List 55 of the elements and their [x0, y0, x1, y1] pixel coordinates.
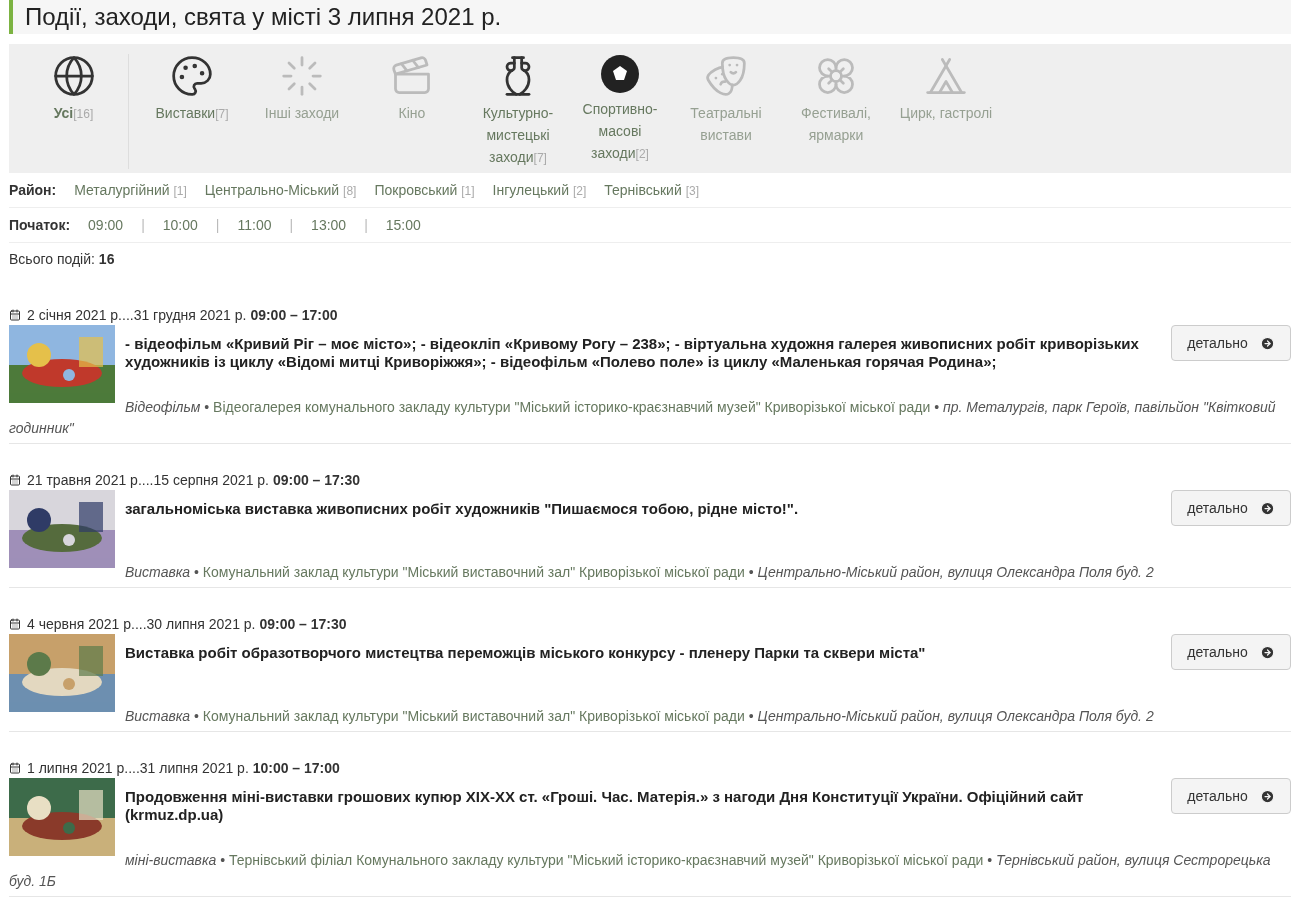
event-title: Виставка робіт образотворчого мистецтва переможців міського конкурсу - пленеру Парки та сквери міста"	[125, 643, 927, 662]
venue-link[interactable]: Комунальний заклад культури "Міський виставочний зал" Криворізької міської ради	[202, 564, 745, 580]
arrow-right-icon	[1259, 500, 1275, 516]
district-link[interactable]: Інгулецький [2]	[492, 182, 587, 198]
details-button[interactable]: детально	[1171, 325, 1291, 361]
venue-link[interactable]: Тернівський філіал Комунального закладу культури "Міський історико-краєзнавчий музей" Криворізької міської ради	[228, 852, 984, 868]
calendar-icon	[9, 762, 21, 774]
details-button[interactable]: детально	[1171, 634, 1291, 670]
separator: |	[215, 217, 220, 233]
category-tab[interactable]: Культурно-мистецькі заходи[7]	[467, 54, 569, 169]
separator: |	[364, 217, 368, 233]
arrow-right-icon	[1259, 788, 1275, 804]
category-tab[interactable]: Усі[16]	[19, 54, 129, 169]
calendar-icon	[9, 474, 21, 486]
details-button[interactable]: детально	[1171, 490, 1291, 526]
globe-icon	[51, 54, 96, 98]
separator: |	[289, 217, 294, 233]
district-label: Район:	[9, 182, 57, 198]
district-link[interactable]: Металургійний [1]	[74, 182, 187, 198]
event-meta: Виставка • Комунальний заклад культури "Міський виставочний зал" Криворізької міської ради • Центрально-Міський район, вулиця Олександра Поля буд. 2	[124, 707, 1155, 726]
start-label: Початок:	[9, 217, 71, 233]
arrow-right-icon	[1259, 644, 1275, 660]
masks-icon	[704, 54, 748, 98]
venue-link[interactable]: Комунальний заклад культури "Міський виставочний зал" Криворізької міської ради	[202, 708, 745, 724]
ball-icon	[600, 54, 640, 94]
event-meta: Відеофільм • Відеогалерея комунального закладу культури "Міський історико-краєзнавчий музей" Криворізької міської ради • пр. Металургів, парк Героїв, павільйон "Квітковий годинник"	[9, 398, 1277, 438]
district-link[interactable]: Тернівський [3]	[604, 182, 699, 198]
event-title: - відеофільм «Кривий Ріг – моє місто»; - відеокліп «Кривому Рогу – 238»; - віртуальна художня галерея живописних робіт криворізьких художників із циклу «Відомі митці Криворіжжя»; - відеофільм «Полево поле» із циклу «Маленькая горячая Родина»;	[125, 334, 1140, 371]
time-link[interactable]: 09:00	[88, 217, 124, 233]
event-title: Продовження міні-виставки грошових купюр XIX-XX ст. «Гроші. Час. Матерія.» з нагоди Дня Конституції України. Офіційний сайт (krmuz.dp.ua)	[125, 787, 1085, 824]
details-button[interactable]: детально	[1171, 778, 1291, 814]
total-count: Всього подій: 16	[9, 250, 116, 269]
event-title: загальноміська виставка живописних робіт художників "Пишаємося тобою, рідне місто!".	[125, 499, 800, 518]
calendar-icon	[9, 309, 21, 321]
page-title: Події, заходи, свята у місті 3 липня 2021 р.	[9, 0, 1291, 34]
event-meta: міні-виставка • Тернівський філіал Комунального закладу культури "Міський історико-краєзнавчий музей" Криворізької міської ради • Тернівський район, вулиця Сестрорецька буд. 1Б	[9, 851, 1272, 891]
time-link[interactable]: 15:00	[385, 217, 421, 233]
palette-icon	[170, 54, 214, 98]
loader-icon	[280, 54, 324, 98]
category-tab[interactable]: Виставки[7]	[137, 54, 247, 169]
event-dates: 4 червня 2021 р....30 липня 2021 р. 09:00 – 17:30	[27, 616, 347, 632]
calendar-icon	[9, 618, 21, 630]
event-dates: 2 січня 2021 р....31 грудня 2021 р. 09:00 – 17:00	[27, 307, 338, 323]
arrow-right-icon	[1259, 335, 1275, 351]
time-link[interactable]: 13:00	[311, 217, 347, 233]
event-meta: Виставка • Комунальний заклад культури "Міський виставочний зал" Криворізької міської ради • Центрально-Міський район, вулиця Олександра Поля буд. 2	[124, 563, 1155, 582]
district-link[interactable]: Центрально-Міський [8]	[204, 182, 357, 198]
district-link[interactable]: Покровський [1]	[374, 182, 475, 198]
venue-link[interactable]: Відеогалерея комунального закладу культури "Міський історико-краєзнавчий музей" Криворізької міської ради	[213, 399, 931, 415]
event-dates: 1 липня 2021 р....31 липня 2021 р. 10:00 – 17:00	[27, 760, 340, 776]
time-link[interactable]: 11:00	[237, 217, 272, 233]
separator: |	[141, 217, 145, 233]
event-dates: 21 травня 2021 р....15 серпня 2021 р. 09:00 – 17:30	[27, 472, 361, 488]
time-link[interactable]: 10:00	[162, 217, 198, 233]
category-tab[interactable]: Спортивно-масові заходи[2]	[569, 54, 671, 169]
